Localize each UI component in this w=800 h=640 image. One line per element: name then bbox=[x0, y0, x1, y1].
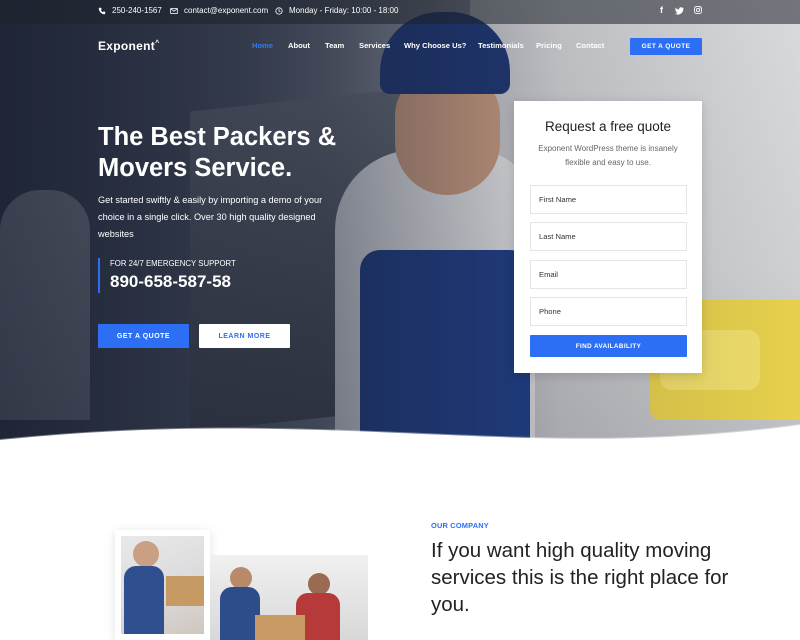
photo-mover-body bbox=[220, 587, 260, 640]
topbar-email-text: contact@exponent.com bbox=[184, 6, 269, 15]
photo-box bbox=[166, 576, 204, 606]
hero-title-line2: Movers Service. bbox=[98, 154, 293, 182]
nav-testimonials[interactable]: Testimonials bbox=[478, 41, 524, 50]
topbar-hours-text: Monday - Friday: 10:00 - 18:00 bbox=[289, 6, 399, 15]
quote-form-title: Request a free quote bbox=[544, 119, 672, 134]
support-phone[interactable]: 890-658-587-58 bbox=[110, 270, 236, 294]
nav-get-quote-button[interactable]: GET A QUOTE bbox=[630, 38, 702, 55]
twitter-icon[interactable] bbox=[675, 5, 684, 15]
nav-about[interactable]: About bbox=[288, 41, 310, 50]
support-label: FOR 24/7 EMERGENCY SUPPORT bbox=[110, 259, 236, 268]
photo-person-head bbox=[133, 541, 159, 567]
company-title: If you want high quality moving services… bbox=[431, 539, 729, 616]
instagram-icon[interactable] bbox=[693, 5, 702, 15]
photo-customer-head bbox=[308, 573, 330, 595]
nav-home[interactable]: Home bbox=[252, 41, 273, 50]
hero-title-line1: The Best Packers & bbox=[98, 123, 337, 151]
first-name-field[interactable]: First Name bbox=[530, 185, 687, 214]
company-image-large bbox=[210, 555, 368, 640]
learn-more-button[interactable]: LEARN MORE bbox=[199, 324, 290, 348]
company-eyebrow: OUR COMPANY bbox=[431, 521, 489, 530]
nav-why-choose-us[interactable]: Why Choose Us? bbox=[404, 41, 466, 50]
photo-person-body bbox=[124, 566, 164, 634]
quote-form-subtitle: Exponent WordPress theme is insanely fle… bbox=[538, 144, 678, 167]
nav-services[interactable]: Services bbox=[359, 41, 390, 50]
photo-moving-box bbox=[255, 615, 305, 640]
phone-icon bbox=[98, 7, 106, 14]
logo-text: Exponent bbox=[98, 39, 156, 53]
find-availability-button[interactable]: FIND AVAILABILITY bbox=[530, 335, 687, 357]
hero-get-quote-button[interactable]: GET A QUOTE bbox=[98, 324, 189, 348]
social-links: f bbox=[657, 5, 702, 15]
company-image-small bbox=[115, 530, 210, 640]
topbar-phone[interactable]: 250-240-1567 bbox=[98, 6, 162, 15]
email-field[interactable]: Email bbox=[530, 260, 687, 289]
site-logo[interactable]: Exponent^ bbox=[98, 39, 159, 53]
hero-wave-divider bbox=[0, 424, 800, 445]
topbar-hours: Monday - Friday: 10:00 - 18:00 bbox=[275, 6, 398, 15]
clock-icon bbox=[275, 6, 283, 15]
topbar-phone-text: 250-240-1567 bbox=[112, 6, 162, 15]
last-name-field[interactable]: Last Name bbox=[530, 222, 687, 251]
hero-title: The Best Packers & Movers Service. bbox=[98, 122, 398, 184]
mover-photo bbox=[121, 536, 204, 634]
emergency-support: FOR 24/7 EMERGENCY SUPPORT 890-658-587-5… bbox=[98, 258, 236, 293]
envelope-icon bbox=[170, 7, 178, 14]
logo-mark: ^ bbox=[155, 40, 160, 47]
facebook-icon[interactable]: f bbox=[657, 5, 666, 15]
nav-contact[interactable]: Contact bbox=[576, 41, 604, 50]
phone-field[interactable]: Phone bbox=[530, 297, 687, 326]
nav-team[interactable]: Team bbox=[325, 41, 344, 50]
topbar-email[interactable]: contact@exponent.com bbox=[170, 6, 268, 15]
top-bar: 250-240-1567 contact@exponent.com Monday… bbox=[0, 0, 800, 24]
quote-form: Request a free quote Exponent WordPress … bbox=[514, 101, 702, 373]
photo-mover-head bbox=[230, 567, 252, 589]
hero-description: Get started swiftly & easily by importin… bbox=[98, 195, 323, 239]
nav-pricing[interactable]: Pricing bbox=[536, 41, 562, 50]
